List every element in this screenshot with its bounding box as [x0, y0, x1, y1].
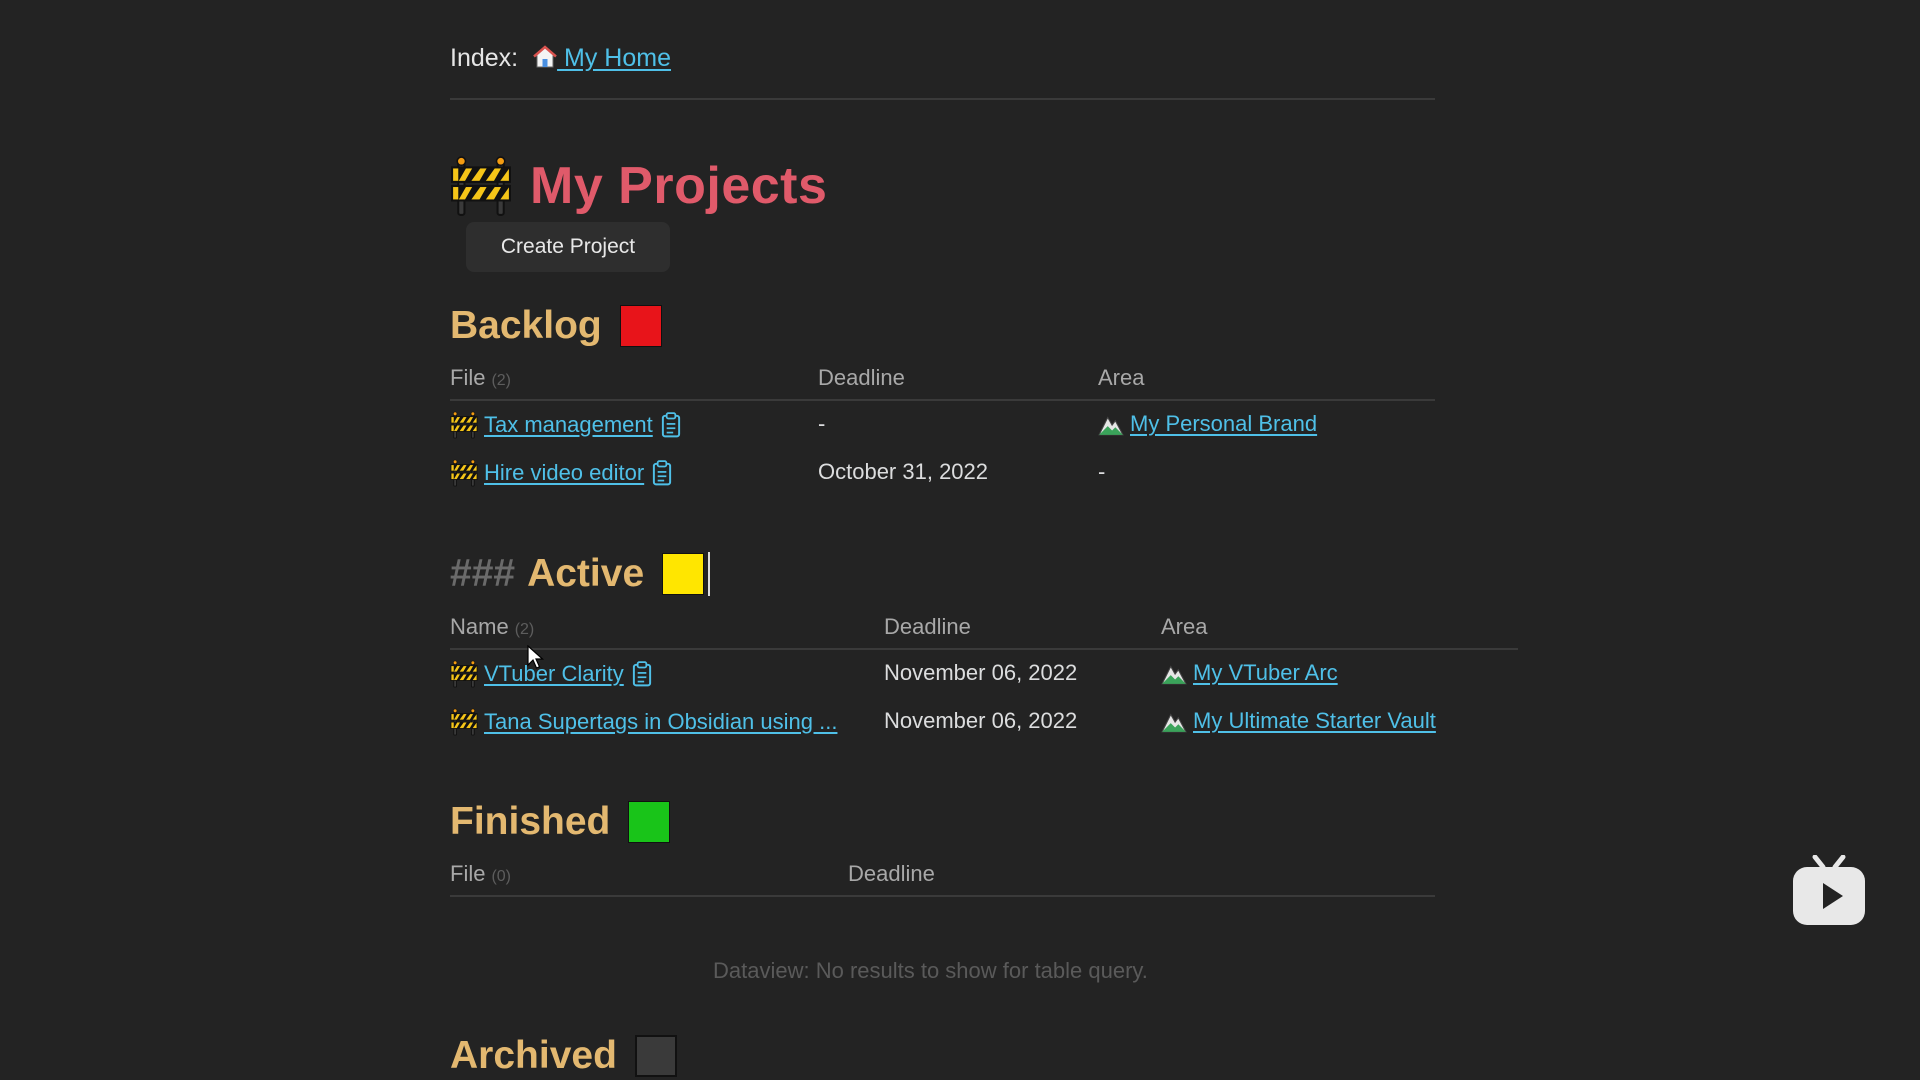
- tana-supertags-link[interactable]: Tana Supertags in Obsidian using ...: [484, 709, 837, 735]
- my-vtuber-arc-link[interactable]: My VTuber Arc: [1193, 660, 1338, 686]
- table-row: VTuber Clarity: [450, 660, 652, 688]
- tax-management-deadline: -: [818, 411, 826, 436]
- backlog-heading: Backlog: [450, 304, 662, 348]
- finished-col-deadline[interactable]: Deadline: [848, 861, 935, 887]
- vtuber-clarity-link[interactable]: VTuber Clarity: [484, 661, 624, 687]
- mountain-icon: [1161, 708, 1187, 734]
- dataview-empty-message: Dataview: No results to show for table q…: [713, 958, 1148, 983]
- mountain-icon: [1161, 660, 1187, 686]
- construction-barrier-icon: [450, 411, 478, 439]
- page-title-row: My Projects: [450, 155, 827, 217]
- finished-heading: Finished: [450, 800, 671, 844]
- clipboard-icon[interactable]: [632, 661, 652, 687]
- archived-color-square: [634, 1035, 677, 1077]
- active-color-square: [662, 553, 705, 595]
- construction-barrier-icon: [450, 708, 478, 736]
- active-col-area[interactable]: Area: [1161, 614, 1207, 640]
- backlog-col-file-label: File: [450, 365, 486, 390]
- backlog-file-count: (2): [491, 372, 512, 389]
- clipboard-icon[interactable]: [661, 412, 681, 438]
- vtuber-clarity-area: My VTuber Arc: [1161, 660, 1338, 686]
- hire-video-editor-area: -: [1098, 459, 1106, 484]
- table-row: Tax management: [450, 411, 681, 439]
- table-row: Hire video editor: [450, 459, 672, 487]
- construction-barrier-icon: [450, 459, 478, 487]
- active-heading[interactable]: ### Active: [450, 552, 711, 596]
- archived-heading-text: Archived: [450, 1034, 617, 1077]
- backlog-col-area[interactable]: Area: [1098, 365, 1144, 391]
- active-col-name[interactable]: Name (2): [450, 614, 534, 640]
- mouse-cursor-icon: [527, 645, 545, 669]
- construction-barrier-icon: [450, 155, 512, 217]
- heading-markdown-hash: ###: [450, 552, 516, 595]
- tana-supertags-deadline: November 06, 2022: [884, 708, 1078, 733]
- archived-heading: Archived: [450, 1034, 677, 1078]
- finished-color-square: [628, 801, 671, 843]
- active-col-name-label: Name: [450, 614, 509, 639]
- construction-barrier-icon: [450, 660, 478, 688]
- index-line: Index: My Home: [450, 44, 671, 73]
- active-col-deadline[interactable]: Deadline: [884, 614, 971, 640]
- tv-play-icon: [1793, 855, 1865, 925]
- text-cursor: [708, 552, 711, 596]
- tana-supertags-area: My Ultimate Starter Vault: [1161, 708, 1436, 734]
- tax-management-link[interactable]: Tax management: [484, 412, 653, 438]
- mountain-icon: [1098, 411, 1124, 437]
- finished-col-file[interactable]: File (0): [450, 861, 511, 887]
- my-personal-brand-link[interactable]: My Personal Brand: [1130, 411, 1317, 437]
- backlog-color-square: [619, 305, 662, 347]
- active-header-rule: [450, 648, 1518, 650]
- active-heading-text: Active: [527, 552, 645, 595]
- finished-col-file-label: File: [450, 861, 486, 886]
- clipboard-icon[interactable]: [652, 460, 672, 486]
- backlog-heading-text: Backlog: [450, 304, 602, 347]
- hire-video-editor-link[interactable]: Hire video editor: [484, 460, 644, 486]
- house-icon: [533, 45, 557, 69]
- finished-header-rule: [450, 895, 1435, 897]
- backlog-header-rule: [450, 399, 1435, 401]
- tax-management-area: My Personal Brand: [1098, 411, 1317, 437]
- my-ultimate-starter-vault-link[interactable]: My Ultimate Starter Vault: [1193, 708, 1436, 734]
- active-name-count: (2): [514, 621, 535, 638]
- horizontal-rule: [450, 98, 1435, 100]
- backlog-col-file[interactable]: File (2): [450, 365, 511, 391]
- hire-video-editor-deadline: October 31, 2022: [818, 459, 989, 484]
- create-project-button[interactable]: Create Project: [466, 222, 670, 272]
- finished-file-count: (0): [491, 868, 512, 885]
- vtuber-clarity-deadline: November 06, 2022: [884, 660, 1078, 685]
- page-title: My Projects: [530, 157, 828, 215]
- finished-heading-text: Finished: [450, 800, 611, 843]
- my-home-link-text: My Home: [564, 44, 671, 72]
- my-home-link[interactable]: My Home: [533, 44, 671, 72]
- index-label: Index:: [450, 44, 519, 72]
- backlog-col-deadline[interactable]: Deadline: [818, 365, 905, 391]
- table-row: Tana Supertags in Obsidian using ...: [450, 708, 837, 736]
